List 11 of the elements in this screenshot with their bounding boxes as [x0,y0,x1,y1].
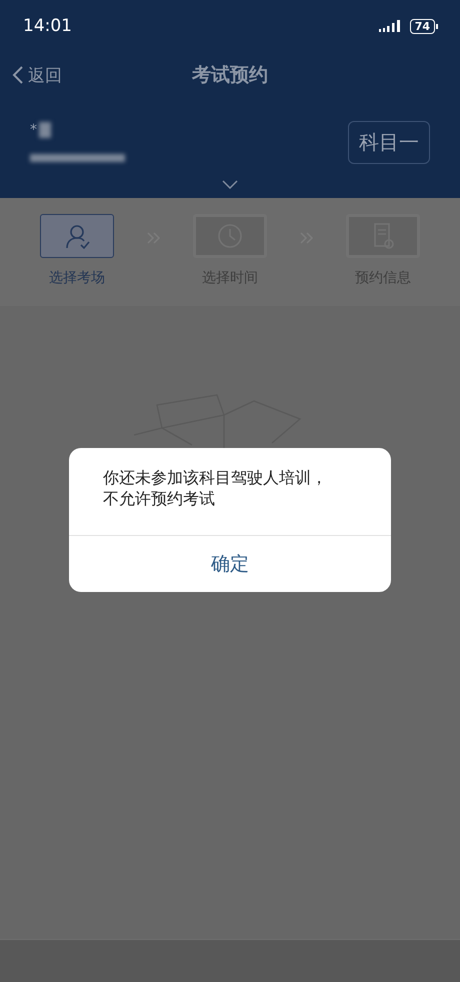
battery-level: 74 [410,18,435,34]
chevron-down-icon [222,180,238,189]
dialog-message: 你还未参加该科目驾驶人培训，不允许预约考试 [102,467,328,510]
back-button[interactable]: 返回 [12,64,62,86]
page-title: 考试预约 [192,63,268,88]
back-chevron-icon [12,65,24,85]
applicant-name: * [30,122,37,138]
confirm-button[interactable]: 确定 [69,535,391,592]
status-time: 14:01 [23,16,72,36]
redacted-name [39,122,51,138]
subject-button[interactable]: 科目一 [348,120,430,164]
